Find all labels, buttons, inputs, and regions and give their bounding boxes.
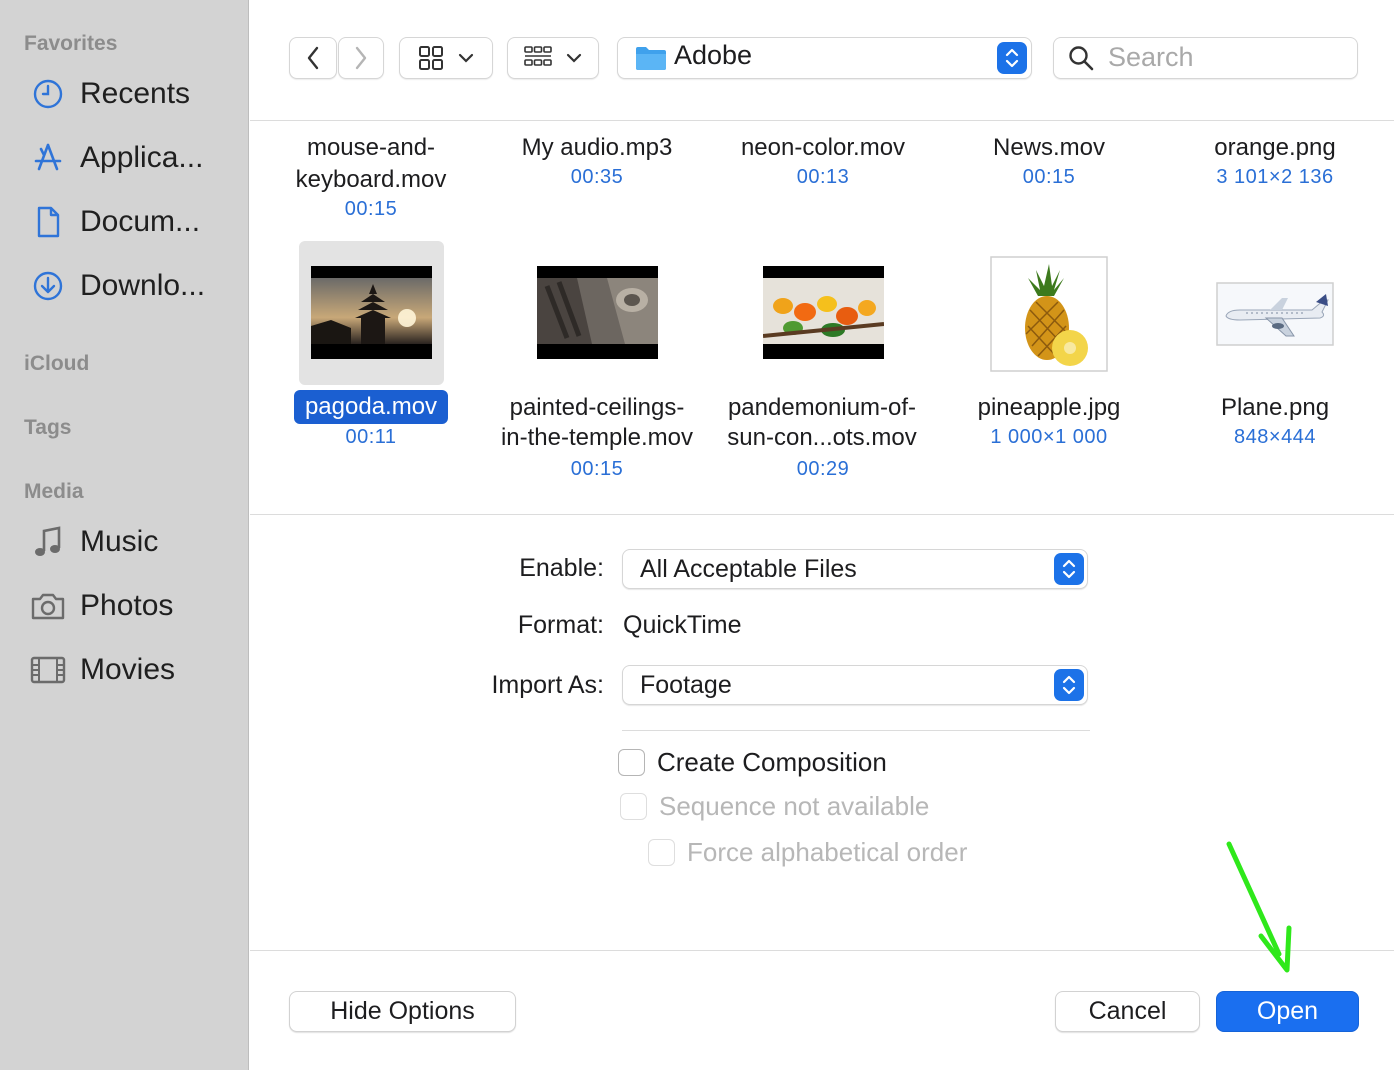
sidebar-section-favorites: Favorites xyxy=(24,32,118,55)
import-as-value: Footage xyxy=(640,671,732,699)
file-meta: 00:15 xyxy=(344,198,398,220)
format-label: Format: xyxy=(517,611,604,639)
force-alphabetical-checkbox xyxy=(648,839,675,866)
file-meta: 00:11 xyxy=(345,426,397,448)
sidebar-item-label: Movies xyxy=(80,653,176,686)
search-placeholder: Search xyxy=(1108,42,1194,72)
file-meta: 3 101×2 136 xyxy=(1216,166,1334,188)
create-composition-checkbox[interactable] xyxy=(618,749,645,776)
clock-icon xyxy=(30,76,66,112)
file-name[interactable]: News.mov xyxy=(949,132,1149,164)
chevron-right-icon xyxy=(355,46,367,70)
file-name[interactable]: mouse-and- xyxy=(271,132,471,164)
enable-value: All Acceptable Files xyxy=(640,555,857,583)
file-name[interactable]: pandemonium-of- xyxy=(712,392,932,424)
options-divider xyxy=(622,730,1090,731)
file-name[interactable]: painted-ceilings- xyxy=(487,392,707,424)
sidebar-item-recents[interactable]: Recents xyxy=(0,66,249,122)
sequence-checkbox xyxy=(620,793,647,820)
sidebar-section-icloud[interactable]: iCloud xyxy=(24,352,89,376)
painted-ceilings-thumbnail[interactable] xyxy=(537,266,658,364)
enable-popup[interactable]: All Acceptable Files xyxy=(622,549,1088,589)
sidebar-item-label: Music xyxy=(80,525,159,558)
sidebar-item-music[interactable]: Music xyxy=(0,514,249,570)
sidebar-item-label: Downlo... xyxy=(80,269,206,302)
chevron-left-icon xyxy=(307,46,319,70)
download-icon xyxy=(30,268,66,304)
file-meta: 848×444 xyxy=(1234,426,1316,448)
folder-icon xyxy=(636,47,666,70)
sequence-label: Sequence not available xyxy=(659,791,930,821)
sidebar-item-applications[interactable]: Applica... xyxy=(0,130,249,186)
sidebar-section-media: Media xyxy=(24,480,84,503)
document-icon xyxy=(30,204,66,240)
file-name[interactable]: keyboard.mov xyxy=(271,164,471,196)
grid-divider xyxy=(250,514,1394,515)
plane-thumbnail[interactable] xyxy=(1216,282,1334,351)
file-name[interactable]: Plane.png xyxy=(1175,392,1375,424)
file-meta: 00:29 xyxy=(796,458,850,480)
format-value: QuickTime xyxy=(623,611,742,639)
file-name[interactable]: neon-color.mov xyxy=(713,132,933,164)
toolbar-divider xyxy=(250,120,1394,121)
grid-view-icon xyxy=(419,46,443,70)
open-button[interactable]: Open xyxy=(1216,991,1359,1032)
file-meta: 00:15 xyxy=(1022,166,1076,188)
file-name[interactable]: in-the-temple.mov xyxy=(487,422,707,454)
file-meta: 00:15 xyxy=(570,458,624,480)
pineapple-thumbnail[interactable] xyxy=(990,256,1108,377)
sidebar-item-documents[interactable]: Docum... xyxy=(0,194,249,250)
import-as-label: Import As: xyxy=(491,671,604,699)
import-as-popup[interactable]: Footage xyxy=(622,665,1088,705)
file-name[interactable]: My audio.mp3 xyxy=(497,132,697,164)
pagoda-thumbnail[interactable] xyxy=(311,266,432,364)
group-by-button[interactable] xyxy=(507,37,599,79)
file-name[interactable]: pineapple.jpg xyxy=(949,392,1149,424)
film-icon xyxy=(30,652,66,688)
file-meta: 00:13 xyxy=(796,166,850,188)
up-down-chevron-icon xyxy=(1062,559,1076,579)
location-label: Adobe xyxy=(674,40,753,70)
cancel-button[interactable]: Cancel xyxy=(1055,991,1200,1032)
sidebar-item-photos[interactable]: Photos xyxy=(0,578,249,634)
sidebar: Favorites Recents Applica... Docum... Do… xyxy=(0,0,249,1070)
annotation-arrow-icon xyxy=(1226,841,1292,973)
group-grid-icon xyxy=(524,46,552,66)
search-input[interactable] xyxy=(1053,37,1358,79)
hide-options-button[interactable]: Hide Options xyxy=(289,991,516,1032)
enable-stepper[interactable] xyxy=(1054,553,1084,585)
up-down-chevron-icon xyxy=(1005,48,1019,68)
file-meta: 00:35 xyxy=(570,166,624,188)
file-name-selected[interactable]: pagoda.mov xyxy=(294,390,448,424)
chevron-down-icon xyxy=(458,53,474,63)
back-button[interactable] xyxy=(289,37,337,79)
sidebar-section-tags[interactable]: Tags xyxy=(24,416,71,440)
pandemonium-thumbnail[interactable] xyxy=(762,266,885,364)
chevron-down-icon xyxy=(566,53,582,63)
sidebar-item-movies[interactable]: Movies xyxy=(0,642,249,698)
forward-button[interactable] xyxy=(338,37,384,79)
music-note-icon xyxy=(30,524,66,560)
location-stepper[interactable] xyxy=(997,42,1027,74)
sidebar-item-downloads[interactable]: Downlo... xyxy=(0,258,249,314)
icon-view-button[interactable] xyxy=(399,37,493,79)
sidebar-item-label: Docum... xyxy=(80,205,201,238)
enable-label: Enable: xyxy=(519,554,604,582)
sidebar-item-label: Applica... xyxy=(80,141,204,174)
create-composition-label[interactable]: Create Composition xyxy=(657,747,887,778)
import-as-stepper[interactable] xyxy=(1054,669,1084,701)
file-meta: 1 000×1 000 xyxy=(990,426,1108,448)
search-icon xyxy=(1069,46,1094,71)
force-alphabetical-label: Force alphabetical order xyxy=(687,837,968,867)
sidebar-item-label: Recents xyxy=(80,77,191,110)
file-name[interactable]: sun-con...ots.mov xyxy=(712,422,932,454)
camera-icon xyxy=(30,588,66,624)
up-down-chevron-icon xyxy=(1062,675,1076,695)
file-name[interactable]: orange.png xyxy=(1175,132,1375,164)
sidebar-item-label: Photos xyxy=(80,589,174,622)
applications-icon xyxy=(30,140,66,176)
